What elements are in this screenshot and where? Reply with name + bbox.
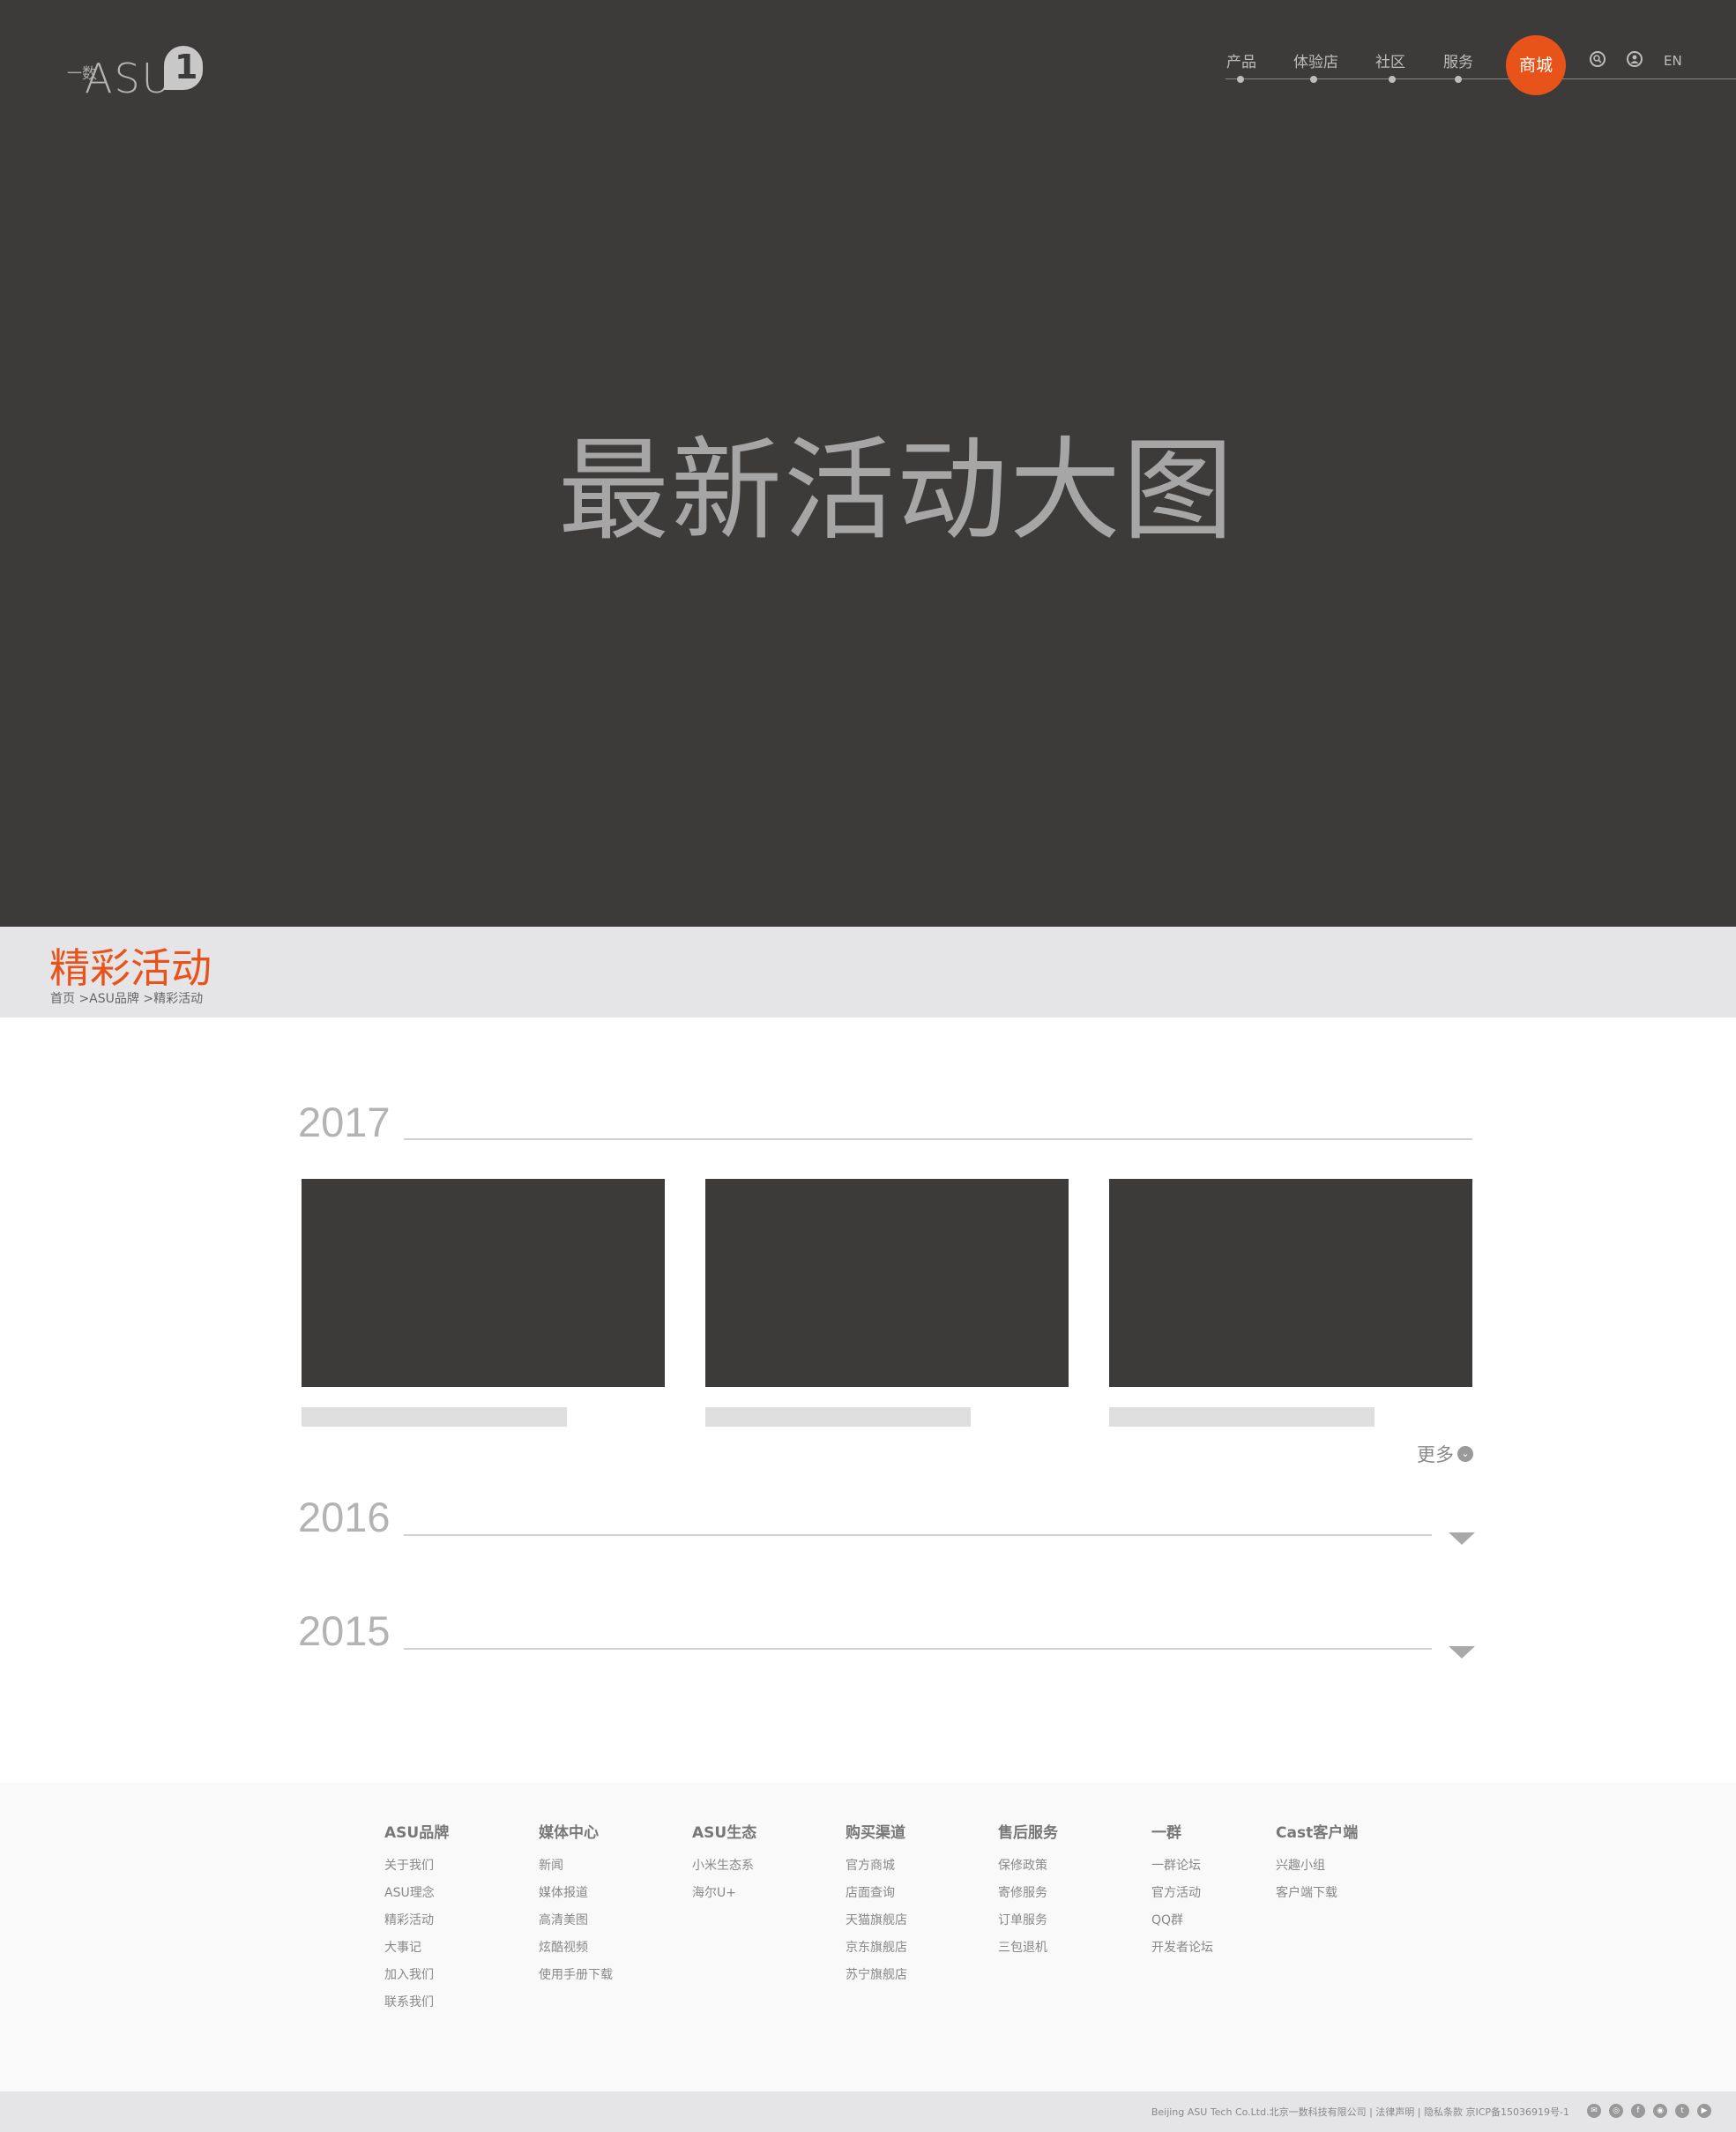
- footer-link[interactable]: 新闻: [539, 1856, 613, 1874]
- footer-column-ecosystem: ASU生态 小米生态系 海尔U+: [692, 1820, 756, 1901]
- footer-link[interactable]: 关于我们: [384, 1856, 449, 1874]
- footer-link[interactable]: 苏宁旗舰店: [846, 1965, 907, 1983]
- logo-word: ASU: [85, 55, 174, 102]
- nav-dot: [1237, 76, 1244, 83]
- expand-triangle-icon[interactable]: [1449, 1646, 1475, 1659]
- nav-item-community[interactable]: 社区: [1375, 49, 1405, 71]
- breadcrumb[interactable]: 首页 >ASU品牌 >精彩活动: [50, 989, 203, 1007]
- year-heading-2016[interactable]: 2016: [298, 1493, 391, 1541]
- activity-card-image[interactable]: [705, 1179, 1069, 1387]
- youtube-icon[interactable]: ▶: [1697, 2104, 1711, 2118]
- footer-column-community: 一群 一群论坛 官方活动 QQ群 开发者论坛: [1151, 1820, 1213, 1956]
- footer-link[interactable]: ASU理念: [384, 1883, 449, 1901]
- footer-link[interactable]: 天猫旗舰店: [846, 1911, 907, 1928]
- footer-link[interactable]: 保修政策: [998, 1856, 1058, 1874]
- footer-link[interactable]: 大事记: [384, 1938, 449, 1956]
- footer-column-channels: 购买渠道 官方商城 店面查询 天猫旗舰店 京东旗舰店 苏宁旗舰店: [846, 1820, 907, 1983]
- footer-link[interactable]: 开发者论坛: [1151, 1938, 1213, 1956]
- footer-column-heading: Cast客户端: [1276, 1824, 1359, 1842]
- copyright-text[interactable]: Beijing ASU Tech Co.Ltd.北京一数科技有限公司 | 法律声…: [970, 2105, 1569, 2119]
- footer-link[interactable]: 兴趣小组: [1276, 1856, 1358, 1874]
- footer-link[interactable]: 一群论坛: [1151, 1856, 1213, 1874]
- instagram-icon[interactable]: ◉: [1653, 2104, 1667, 2118]
- footer-link[interactable]: 媒体报道: [539, 1883, 613, 1901]
- logo-badge: 1: [164, 46, 203, 90]
- footer-link[interactable]: 寄修服务: [998, 1883, 1058, 1901]
- footer-column-after-sales: 售后服务 保修政策 寄修服务 订单服务 三包退机: [998, 1820, 1058, 1956]
- nav-divider-line: [1226, 78, 1736, 79]
- year-heading-2017[interactable]: 2017: [298, 1098, 391, 1146]
- language-switch[interactable]: EN: [1664, 53, 1682, 69]
- user-icon[interactable]: [1627, 51, 1643, 67]
- nav-dot: [1389, 76, 1396, 83]
- footer-column-heading: 一群: [1151, 1824, 1181, 1842]
- year-divider: [404, 1648, 1432, 1650]
- footer-link[interactable]: 高清美图: [539, 1911, 613, 1928]
- footer-column-heading: 购买渠道: [846, 1824, 905, 1842]
- year-divider: [404, 1534, 1432, 1536]
- activity-card-image[interactable]: [302, 1179, 665, 1387]
- activity-card-caption: [1109, 1407, 1375, 1427]
- footer-column-brand: ASU品牌 关于我们 ASU理念 精彩活动 大事记 加入我们 联系我们: [384, 1820, 449, 2010]
- chevron-down-icon[interactable]: ⌄: [1457, 1446, 1473, 1462]
- footer-link[interactable]: 客户端下载: [1276, 1883, 1358, 1901]
- footer-link[interactable]: 京东旗舰店: [846, 1938, 907, 1956]
- weibo-icon[interactable]: ◎: [1609, 2104, 1623, 2118]
- year-heading-2015[interactable]: 2015: [298, 1606, 391, 1655]
- footer-column-heading: ASU品牌: [384, 1824, 450, 1842]
- twitter-icon[interactable]: t: [1675, 2104, 1689, 2118]
- footer-column-heading: 媒体中心: [539, 1824, 599, 1842]
- year-divider: [404, 1138, 1472, 1140]
- footer-column-cast: Cast客户端 兴趣小组 客户端下载: [1276, 1820, 1358, 1901]
- activity-card-caption: [302, 1407, 567, 1427]
- activity-card-caption: [705, 1407, 971, 1427]
- activity-card-image[interactable]: [1109, 1179, 1472, 1387]
- footer-column-heading: ASU生态: [692, 1824, 757, 1842]
- nav-dot: [1455, 76, 1462, 83]
- expand-triangle-icon[interactable]: [1449, 1532, 1475, 1545]
- footer-link[interactable]: 官方活动: [1151, 1883, 1213, 1901]
- footer-column-heading: 售后服务: [998, 1824, 1058, 1842]
- nav-item-products[interactable]: 产品: [1226, 49, 1256, 71]
- nav-dot: [1310, 76, 1317, 83]
- footer-link[interactable]: 海尔U+: [692, 1883, 756, 1901]
- footer-link[interactable]: 订单服务: [998, 1911, 1058, 1928]
- mall-button[interactable]: 商城: [1506, 35, 1566, 95]
- footer-link[interactable]: 加入我们: [384, 1965, 449, 1983]
- section-header-bar: [0, 927, 1736, 1018]
- footer-link[interactable]: 店面查询: [846, 1883, 907, 1901]
- footer-link[interactable]: 官方商城: [846, 1856, 907, 1874]
- brand-logo[interactable]: 一数 ASU 1: [67, 46, 208, 102]
- page-title: 精彩活动: [49, 944, 212, 992]
- footer-link[interactable]: 使用手册下载: [539, 1965, 613, 1983]
- hero-title: 最新活动大图: [558, 426, 1235, 555]
- facebook-icon[interactable]: f: [1631, 2104, 1645, 2118]
- footer-link[interactable]: 小米生态系: [692, 1856, 756, 1874]
- nav-item-experience-store[interactable]: 体验店: [1293, 49, 1338, 71]
- mail-icon[interactable]: ✉: [1587, 2104, 1601, 2118]
- footer-link[interactable]: 三包退机: [998, 1938, 1058, 1956]
- footer-link[interactable]: 精彩活动: [384, 1911, 449, 1928]
- footer-link[interactable]: 联系我们: [384, 1993, 449, 2010]
- more-link[interactable]: 更多: [1417, 1441, 1454, 1467]
- footer-link[interactable]: 炫酷视频: [539, 1938, 613, 1956]
- search-icon[interactable]: [1590, 51, 1606, 67]
- nav-item-service[interactable]: 服务: [1443, 49, 1473, 71]
- footer-link[interactable]: QQ群: [1151, 1911, 1213, 1928]
- footer-column-media: 媒体中心 新闻 媒体报道 高清美图 炫酷视频 使用手册下载: [539, 1820, 613, 1983]
